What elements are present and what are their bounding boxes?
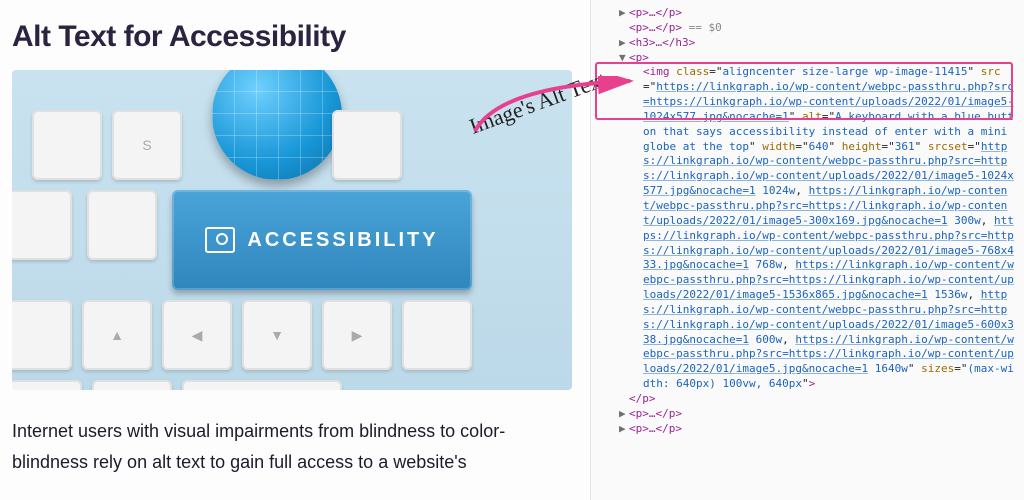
- dom-node[interactable]: <p>…</p> == $0: [601, 21, 1018, 36]
- dom-tree[interactable]: ▶<p>…</p><p>…</p> == $0▶<h3>…</h3>▼<p><i…: [601, 6, 1018, 436]
- accessibility-key: ACCESSIBILITY: [172, 190, 472, 290]
- keyboard-key-option: tion: [12, 380, 82, 390]
- dom-node[interactable]: ▶<p>…</p>: [601, 6, 1018, 21]
- keyboard-key: [92, 380, 172, 390]
- keyboard-image: S ACCESSIBILITY ▲ ◀ ▼ ▶ tion: [12, 70, 572, 390]
- globe-icon: [212, 70, 342, 180]
- keyboard-key: [87, 190, 157, 260]
- keyboard-key-arrow: ◀: [162, 300, 232, 370]
- article-body: Internet users with visual impairments f…: [12, 416, 580, 477]
- dom-node[interactable]: </p>: [601, 392, 1018, 407]
- keyboard-key: [332, 110, 402, 180]
- keyboard-key: [182, 380, 342, 390]
- keyboard-key-arrow: ▼: [242, 300, 312, 370]
- keyboard-key: [32, 110, 102, 180]
- dom-node[interactable]: ▶<p>…</p>: [601, 407, 1018, 422]
- article-pane: Alt Text for Accessibility S ACCESSIBILI…: [0, 0, 590, 500]
- dom-node[interactable]: ▼<p>: [601, 51, 1018, 66]
- devtools-pane[interactable]: ▶<p>…</p><p>…</p> == $0▶<h3>…</h3>▼<p><i…: [590, 0, 1024, 500]
- devtools-gutter: [590, 0, 591, 500]
- keyboard-key-s: S: [112, 110, 182, 180]
- dom-node[interactable]: ▶<p>…</p>: [601, 422, 1018, 437]
- keyboard-key-arrow: ▶: [322, 300, 392, 370]
- keyboard-key: [12, 190, 72, 260]
- keyboard-key: [402, 300, 472, 370]
- page-title: Alt Text for Accessibility: [12, 20, 580, 54]
- dom-node[interactable]: ▶<h3>…</h3>: [601, 36, 1018, 51]
- accessibility-key-label: ACCESSIBILITY: [247, 229, 438, 252]
- keyboard-key-arrow: ▲: [82, 300, 152, 370]
- keyboard-key: [12, 300, 72, 370]
- dom-img-node[interactable]: <img class="aligncenter size-large wp-im…: [601, 65, 1018, 392]
- person-frame-icon: [205, 227, 235, 253]
